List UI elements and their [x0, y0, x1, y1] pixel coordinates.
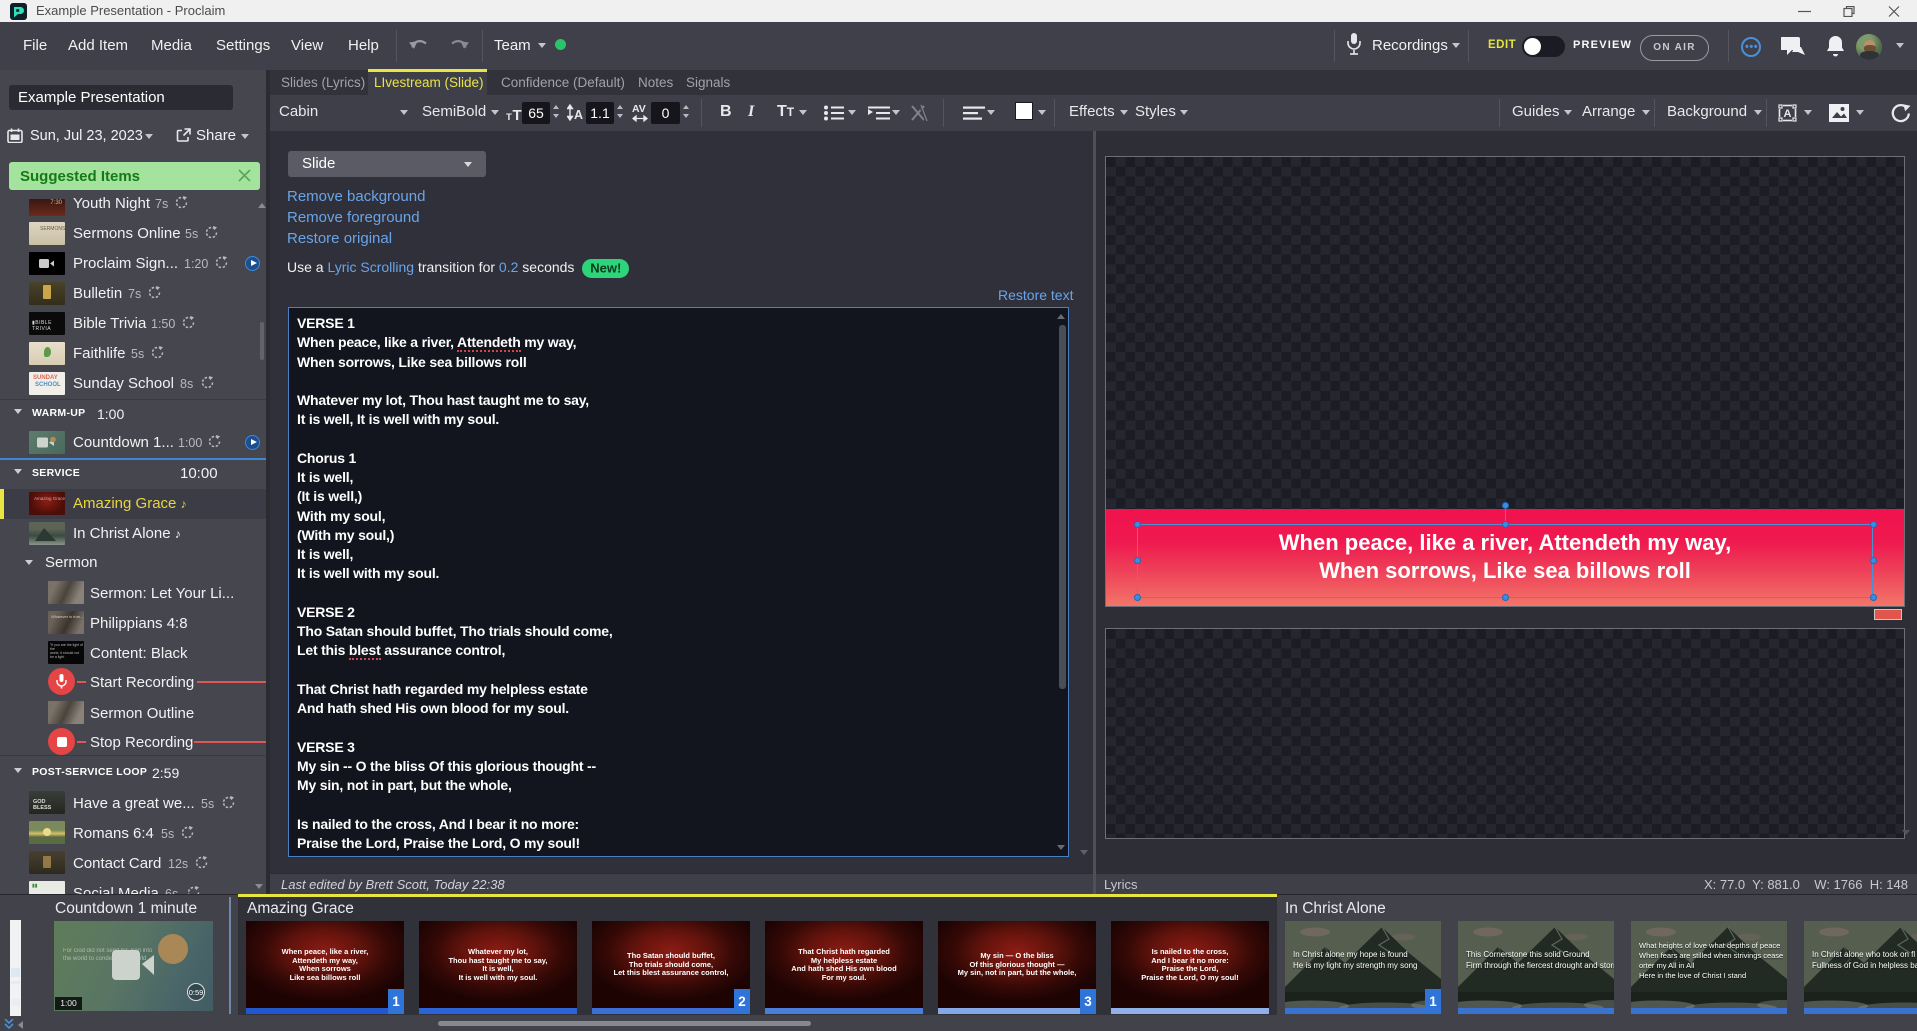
svg-text:T: T	[506, 112, 512, 121]
svg-text:AV: AV	[632, 103, 646, 115]
svg-text:A: A	[1784, 108, 1792, 120]
svg-text:A: A	[574, 108, 583, 121]
svg-text:T: T	[513, 107, 522, 121]
